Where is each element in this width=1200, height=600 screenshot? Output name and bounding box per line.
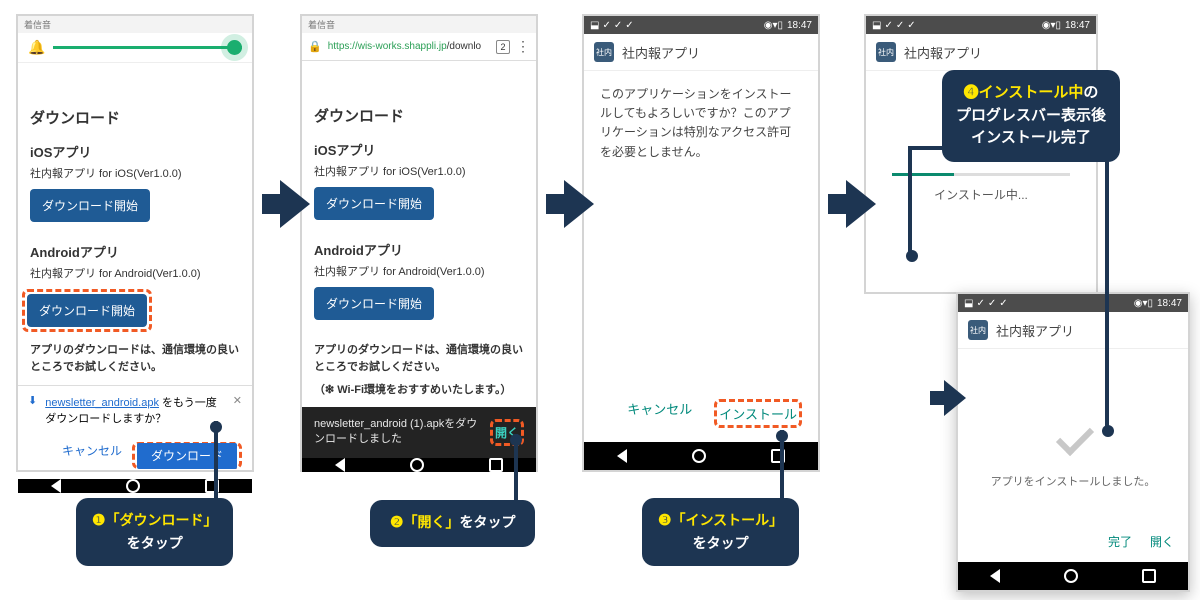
app-icon: 社内: [876, 42, 896, 62]
nav-home-icon[interactable]: [692, 449, 706, 463]
notification-category: 着信音: [18, 16, 252, 33]
status-bar: ⬓✓✓✓ ◉▾▯ 18:47: [866, 16, 1096, 34]
app-title: 社内報アプリ: [622, 43, 700, 62]
android-heading: Androidアプリ: [314, 240, 524, 259]
wifi-icon: ◉▾▯: [1042, 20, 1061, 31]
close-icon[interactable]: ✕: [233, 394, 242, 407]
lock-icon: 🔒: [308, 40, 322, 53]
nav-home-icon[interactable]: [1064, 569, 1078, 583]
callout-line: [514, 434, 518, 502]
ios-app-line: 社内報アプリ for iOS(Ver1.0.0): [30, 165, 240, 181]
snackbar-text: newsletter_android (1).apkをダウンロードしました: [314, 417, 480, 448]
download-icon: ⬇: [28, 394, 37, 407]
browser-url-bar[interactable]: 🔒 https://wis-works.shappli.jp/downlo 2 …: [302, 33, 536, 61]
install-cancel-button[interactable]: キャンセル: [627, 399, 692, 428]
highlight-box-install: インストール: [714, 399, 802, 428]
nav-recent-icon[interactable]: [1142, 569, 1156, 583]
nav-recent-icon[interactable]: [489, 458, 503, 472]
android-heading: Androidアプリ: [30, 242, 240, 261]
wifi-icon: ◉▾▯: [764, 20, 783, 31]
install-confirm-button[interactable]: インストール: [719, 407, 797, 422]
callout-line: [214, 421, 218, 501]
highlight-box-download: ダウンロード: [132, 442, 242, 469]
open-app-button[interactable]: 開く: [1150, 533, 1174, 550]
nav-back-icon[interactable]: [51, 479, 61, 493]
callout-step-4: ❹インストール中の プログレスバー表示後 インストール完了: [942, 70, 1120, 162]
nav-back-icon[interactable]: [335, 458, 345, 472]
download-note: アプリのダウンロードは、通信環境の良いところでお試しください。: [30, 342, 240, 375]
status-time: 18:47: [1157, 298, 1182, 309]
app-icon: 社内: [968, 320, 988, 340]
bell-icon: 🔔: [28, 39, 45, 56]
download-complete-snackbar: newsletter_android (1).apkをダウンロードしました 開く: [302, 407, 536, 458]
callout-step-1: ❶「ダウンロード」をタップ: [76, 498, 233, 566]
ios-heading: iOSアプリ: [314, 140, 524, 159]
volume-slider-row: 🔔: [18, 33, 252, 63]
callout-line: [780, 430, 784, 500]
ios-heading: iOSアプリ: [30, 142, 240, 161]
page-title: ダウンロード: [314, 105, 524, 126]
progress-bar: [892, 173, 1070, 176]
flow-arrow-icon: [944, 380, 966, 416]
wifi-note: （❇ Wi-Fi環境をおすすめいたします。）: [314, 381, 524, 397]
callout-step-2: ❷「開く」をタップ: [370, 500, 535, 547]
done-button[interactable]: 完了: [1108, 533, 1132, 550]
nav-back-icon[interactable]: [990, 569, 1000, 583]
status-time: 18:47: [787, 20, 812, 31]
check-icon: [1046, 407, 1100, 461]
callout-step-3: ❸「インストール」をタップ: [642, 498, 799, 566]
flow-arrow-icon: [280, 180, 310, 228]
menu-dots-icon[interactable]: ⋮: [516, 38, 530, 55]
flow-arrow-icon: [564, 180, 594, 228]
callout-line: [908, 148, 912, 252]
status-time: 18:47: [1065, 20, 1090, 31]
installer-app-bar: 社内 社内報アプリ: [584, 34, 818, 71]
app-icon: 社内: [594, 42, 614, 62]
download-android-button[interactable]: ダウンロード開始: [314, 287, 434, 320]
volume-slider[interactable]: [53, 46, 242, 49]
installing-label: インストール中...: [892, 186, 1070, 203]
status-bar: ⬓✓✓✓ ◉▾▯ 18:47: [958, 294, 1188, 312]
download-ios-button[interactable]: ダウンロード開始: [30, 189, 150, 222]
page-title: ダウンロード: [30, 107, 240, 128]
download-note: アプリのダウンロードは、通信環境の良いところでお試しください。: [314, 342, 524, 375]
installer-app-bar: 社内 社内報アプリ: [866, 34, 1096, 71]
install-prompt-text: このアプリケーションをインストールしてもよろしいですか？このアプリケーションは特…: [584, 71, 818, 176]
nav-back-icon[interactable]: [617, 449, 627, 463]
installer-app-bar: 社内 社内報アプリ: [958, 312, 1188, 349]
android-app-line: 社内報アプリ for Android(Ver1.0.0): [314, 263, 524, 279]
nav-home-icon[interactable]: [126, 479, 140, 493]
flow-arrow-icon: [846, 180, 876, 228]
callout-line: [1105, 148, 1109, 428]
highlight-box-1: ダウンロード開始: [22, 289, 152, 332]
url-text: https://wis-works.shappli.jp/downlo: [328, 41, 490, 52]
nav-home-icon[interactable]: [410, 458, 424, 472]
ios-app-line: 社内報アプリ for iOS(Ver1.0.0): [314, 163, 524, 179]
installed-text: アプリをインストールしました。: [958, 473, 1188, 489]
android-nav-bar: [958, 562, 1188, 590]
wifi-icon: ◉▾▯: [1134, 298, 1153, 309]
tab-count-icon[interactable]: 2: [496, 40, 510, 54]
app-title: 社内報アプリ: [996, 321, 1074, 340]
download-android-button[interactable]: ダウンロード開始: [27, 294, 147, 327]
download-confirm-button[interactable]: ダウンロード: [137, 443, 237, 469]
app-title: 社内報アプリ: [904, 43, 982, 62]
download-ios-button[interactable]: ダウンロード開始: [314, 187, 434, 220]
redownload-filename[interactable]: newsletter_android.apk: [45, 397, 159, 409]
notification-category: 着信音: [302, 16, 536, 33]
cancel-button[interactable]: キャンセル: [62, 442, 122, 469]
status-bar: ⬓✓✓✓ ◉▾▯ 18:47: [584, 16, 818, 34]
android-nav-bar: [302, 458, 536, 472]
android-app-line: 社内報アプリ for Android(Ver1.0.0): [30, 265, 240, 281]
